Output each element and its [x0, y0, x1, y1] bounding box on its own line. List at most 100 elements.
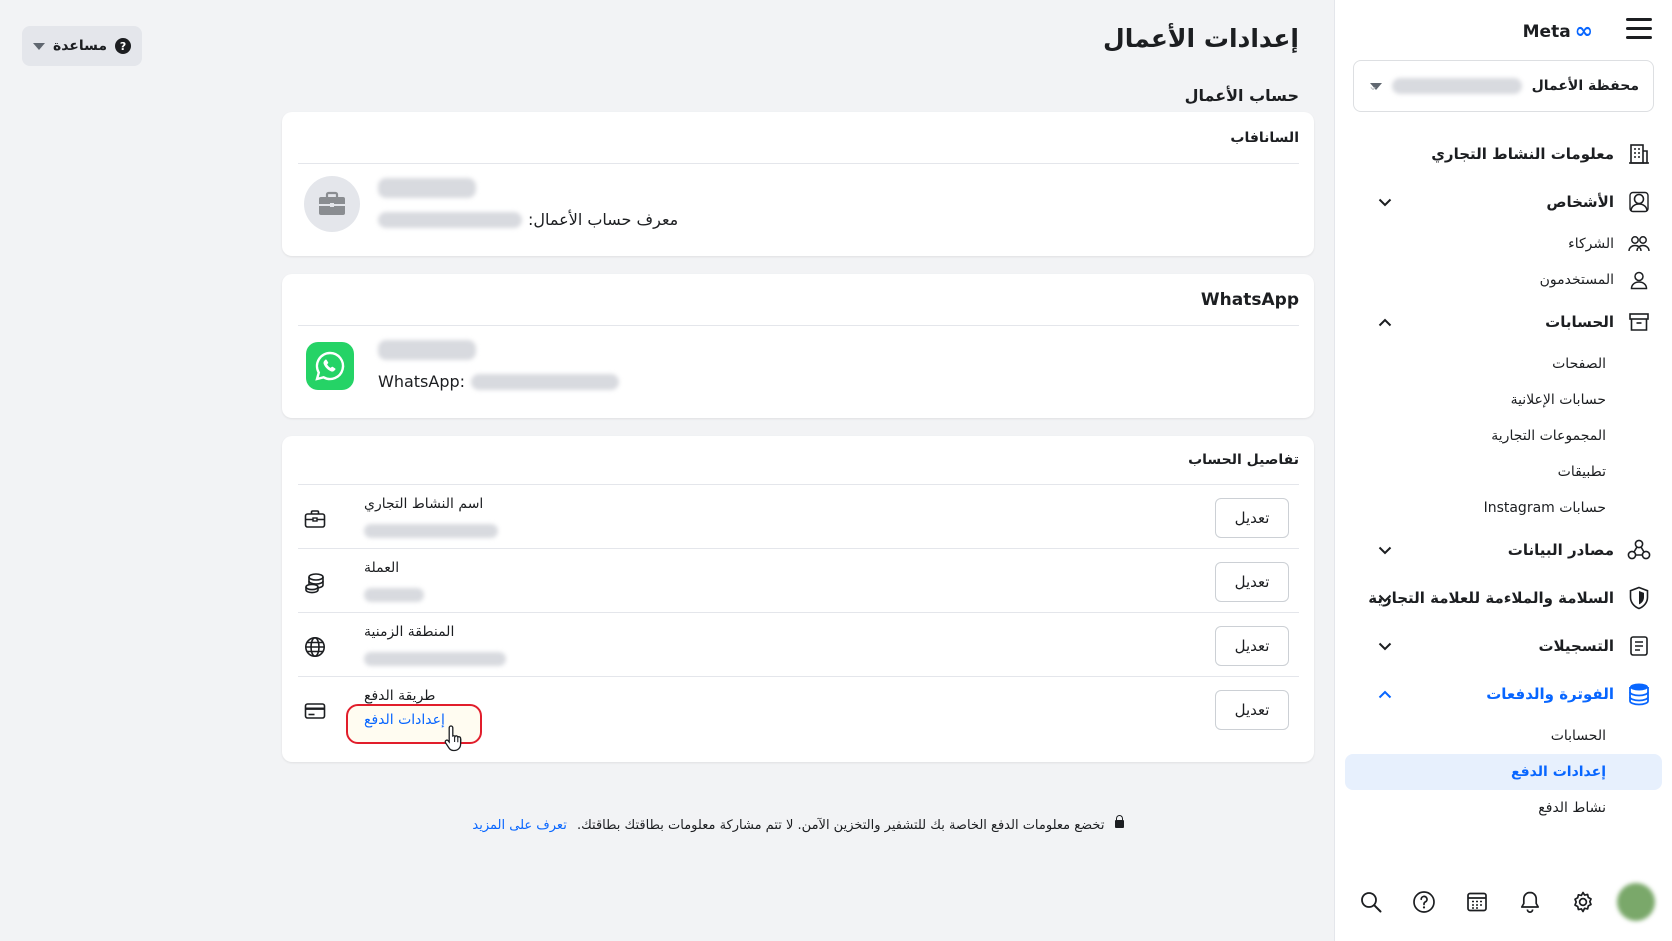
sidebar-item-label: معلومات النشاط التجاري — [1431, 145, 1614, 163]
sidebar-item-label: مصادر البيانات — [1507, 541, 1614, 559]
bell-icon[interactable] — [1508, 880, 1552, 924]
detail-label: اسم النشاط التجاري — [364, 496, 484, 512]
help-icon[interactable] — [1402, 880, 1446, 924]
whatsapp-entity: WhatsApp: — [298, 326, 1299, 406]
billing-icon — [1626, 681, 1652, 707]
page-title: إعدادات الأعمال — [1103, 24, 1299, 53]
lock-icon — [1114, 815, 1124, 828]
hand-cursor-icon — [444, 725, 462, 752]
sidebar-item-business-info[interactable]: معلومات النشاط التجاري — [1345, 130, 1662, 178]
sidebar-header: ∞ Meta — [1355, 14, 1652, 50]
sidebar-item-label: المستخدمون — [1539, 272, 1614, 288]
detail-value-redacted — [364, 524, 498, 538]
detail-label: المنطقة الزمنية — [364, 624, 455, 640]
business-id-redacted — [378, 211, 522, 228]
sidebar-item-label: الأشخاص — [1546, 193, 1614, 211]
sidebar-item-apps[interactable]: تطبيقات — [1345, 454, 1662, 490]
chevron-down-icon: ⌄ — [1368, 79, 1379, 93]
sidebar-item-label: التسجيلات — [1538, 637, 1614, 655]
business-id-line: معرف حساب الأعمال: — [378, 210, 678, 229]
detail-row-time-zone: تعديل المنطقة الزمنية — [298, 612, 1299, 680]
detail-row-currency: تعديل العملة — [298, 548, 1299, 616]
chevron-down-icon[interactable] — [1375, 588, 1395, 608]
search-icon[interactable] — [1349, 880, 1393, 924]
business-card-header: السانافاب — [1230, 130, 1299, 146]
detail-label: طريقة الدفع — [364, 688, 436, 704]
detail-label: العملة — [364, 560, 400, 576]
coins-icon — [302, 570, 328, 596]
edit-business-name-button[interactable]: تعديل — [1215, 498, 1289, 538]
chevron-up-icon[interactable] — [1375, 312, 1395, 332]
business-entity: معرف حساب الأعمال: — [298, 164, 1299, 244]
sidebar-item-logs[interactable]: التسجيلات — [1345, 622, 1662, 670]
sidebar-item-data-sources[interactable]: مصادر البيانات — [1345, 526, 1662, 574]
sidebar-item-instagram-accounts[interactable]: حسابات Instagram — [1345, 490, 1662, 526]
avatar[interactable] — [1614, 880, 1658, 924]
sidebar-item-billing-payments[interactable]: الفوترة والدفعات — [1345, 670, 1662, 718]
business-name-redacted — [378, 178, 476, 198]
user-icon — [1626, 267, 1652, 293]
section-title: حساب الأعمال — [1184, 86, 1299, 105]
sidebar-nav: معلومات النشاط التجاري الأشخاص الشركاء ا… — [1345, 130, 1662, 826]
sidebar-item-pages[interactable]: الصفحات — [1345, 346, 1662, 382]
gear-icon[interactable] — [1561, 880, 1605, 924]
whatsapp-id-redacted — [471, 373, 620, 390]
globe-icon — [302, 634, 328, 660]
detail-row-business-name: تعديل اسم النشاط التجاري — [298, 484, 1299, 552]
whatsapp-id-label: WhatsApp: — [378, 372, 466, 391]
account-details-card: تفاصيل الحساب تعديل اسم النشاط التجاري ت… — [282, 436, 1314, 762]
chevron-down-icon[interactable] — [1375, 540, 1395, 560]
building-icon — [1626, 141, 1652, 167]
chevron-down-icon[interactable] — [1375, 192, 1395, 212]
meta-logo: ∞ Meta — [1522, 19, 1593, 44]
help-button[interactable]: ? مساعدة — [22, 26, 142, 66]
sidebar-item-business-groups[interactable]: المجموعات التجارية — [1345, 418, 1662, 454]
sidebar-item-payment-activity[interactable]: نشاط الدفع — [1345, 790, 1662, 826]
sidebar-item-people[interactable]: الأشخاص — [1345, 178, 1662, 226]
sidebar-item-label: الشركاء — [1568, 236, 1614, 252]
sidebar-item-label: الحسابات — [1545, 313, 1614, 331]
sidebar-item-accounts[interactable]: الحسابات — [1345, 298, 1662, 346]
sidebar-item-payment-settings[interactable]: إعدادات الدفع — [1345, 754, 1662, 790]
edit-currency-button[interactable]: تعديل — [1215, 562, 1289, 602]
briefcase-icon — [302, 506, 328, 532]
sidebar-item-label: الفوترة والدفعات — [1486, 685, 1614, 703]
whatsapp-card-header: WhatsApp — [1200, 290, 1299, 310]
archive-icon — [1626, 309, 1652, 335]
whatsapp-icon — [306, 342, 354, 390]
sidebar-item-billing-accounts[interactable]: الحسابات — [1345, 718, 1662, 754]
portfolio-label: محفظة الأعمال — [1531, 78, 1639, 94]
business-id-label: معرف حساب الأعمال: — [528, 210, 679, 229]
shield-icon — [1626, 585, 1652, 611]
detail-row-payment-method: تعديل طريقة الدفع إعدادات الدفع — [298, 676, 1299, 756]
business-account-card: السانافاب معرف حساب الأعمال: — [282, 112, 1314, 256]
sidebar-item-ad-accounts[interactable]: حسابات الإعلانية — [1345, 382, 1662, 418]
edit-time-zone-button[interactable]: تعديل — [1215, 626, 1289, 666]
meta-wordmark: Meta — [1522, 21, 1571, 42]
details-card-header: تفاصيل الحساب — [1188, 452, 1299, 468]
sidebar-item-partners[interactable]: الشركاء — [1345, 226, 1662, 262]
chevron-down-icon[interactable] — [1375, 636, 1395, 656]
portfolio-name-redacted — [1391, 78, 1522, 94]
data-sources-icon — [1626, 537, 1652, 563]
sidebar-item-label: السلامة والملاءمة للعلامة التجارية — [1368, 589, 1614, 607]
caret-down-icon — [32, 42, 45, 50]
log-icon — [1626, 633, 1652, 659]
learn-more-link[interactable]: تعرف على المزيد — [472, 818, 566, 833]
help-label: مساعدة — [52, 38, 108, 54]
whatsapp-name-redacted — [378, 340, 476, 360]
sidebar-item-brand-safety[interactable]: السلامة والملاءمة للعلامة التجارية — [1345, 574, 1662, 622]
hamburger-menu-icon[interactable] — [1626, 18, 1652, 40]
question-icon: ? — [115, 38, 132, 54]
business-portfolio-selector[interactable]: محفظة الأعمال ⌄ — [1353, 60, 1654, 112]
calendar-icon[interactable] — [1455, 880, 1499, 924]
sidebar: ∞ Meta محفظة الأعمال ⌄ معلومات النشاط ال… — [1334, 0, 1672, 941]
partners-icon — [1626, 231, 1652, 257]
chevron-up-icon[interactable] — [1375, 684, 1395, 704]
edit-payment-method-button[interactable]: تعديل — [1215, 690, 1289, 730]
payment-settings-link[interactable]: إعدادات الدفع — [364, 712, 445, 728]
detail-value-redacted — [364, 652, 506, 666]
credit-card-icon — [302, 698, 328, 724]
briefcase-icon — [304, 176, 360, 232]
sidebar-item-users[interactable]: المستخدمون — [1345, 262, 1662, 298]
